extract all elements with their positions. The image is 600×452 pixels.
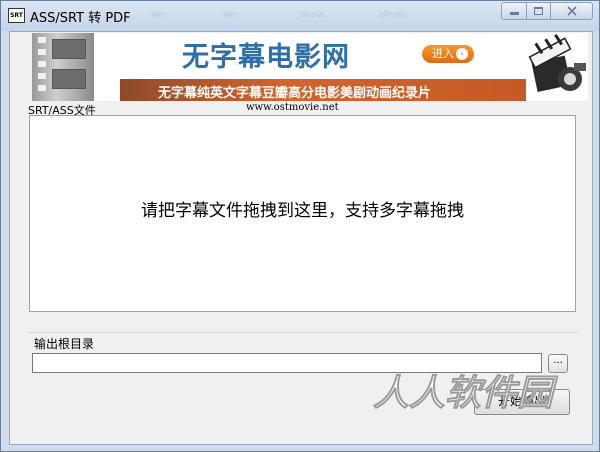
title-bar[interactable]: SRT ASS/SRT 转 PDF Win Win Vcout ePhoto <box>1 1 599 31</box>
close-icon <box>566 6 577 16</box>
background-window-title: Win <box>223 10 239 19</box>
banner-tagline: 无字幕纯英文字幕豆瓣高分电影美剧动画纪录片 <box>158 86 432 101</box>
app-window: SRT ASS/SRT 转 PDF Win Win Vcout ePhoto 无… <box>0 0 600 452</box>
banner-brand: 无字幕电影网 <box>182 42 350 73</box>
banner-enter-label: 进入 <box>432 47 454 60</box>
watermark-logo: 人人软件园 <box>373 373 559 415</box>
output-group-label: 输出根目录 <box>34 337 95 351</box>
output-group-divider <box>28 332 578 333</box>
ad-banner[interactable]: 无字幕电影网 进入 › 无字幕纯英文字幕豆瓣高分电影美剧动画纪录片 <box>32 33 588 101</box>
background-window-title: Win <box>151 10 167 19</box>
site-url: www.ostmovie.net <box>246 102 339 113</box>
maximize-button[interactable] <box>526 2 551 20</box>
film-strip-graphic <box>32 33 94 101</box>
window-controls <box>501 2 593 20</box>
file-drop-area[interactable]: 请把字幕文件拖拽到这里，支持多字幕拖拽 <box>29 115 576 312</box>
app-icon: SRT <box>8 8 25 23</box>
banner-tagline-strip: 无字幕纯英文字幕豆瓣高分电影美剧动画纪录片 <box>120 79 526 101</box>
arrow-right-icon: › <box>456 48 468 60</box>
window-title: ASS/SRT 转 PDF <box>30 11 131 26</box>
watermark-text: 人人软件园 <box>373 373 558 414</box>
banner-enter-button[interactable]: 进入 › <box>422 45 474 63</box>
background-window-title: ePhoto <box>379 10 407 19</box>
minimize-button[interactable] <box>501 2 527 20</box>
close-button[interactable] <box>550 2 593 20</box>
minimize-icon <box>509 12 519 15</box>
drop-hint: 请把字幕文件拖拽到这里，支持多字幕拖拽 <box>141 201 464 221</box>
clapperboard-icon <box>528 33 586 92</box>
maximize-icon <box>534 7 543 15</box>
background-window-title: Vcout <box>301 10 324 19</box>
